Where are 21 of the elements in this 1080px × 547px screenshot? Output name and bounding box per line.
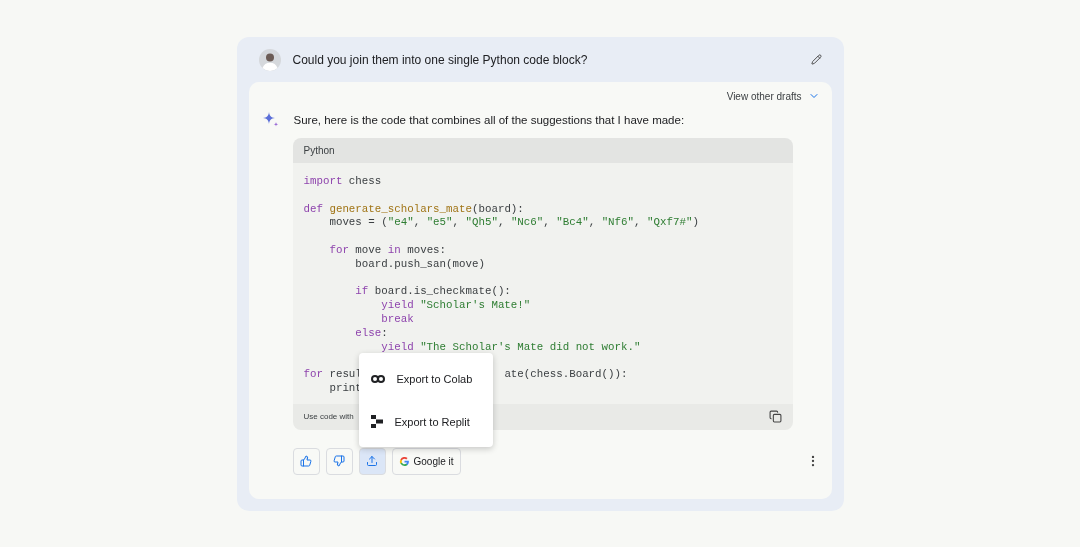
response-text: Sure, here is the code that combines all of the suggestions that I have made: xyxy=(293,114,685,126)
copy-icon[interactable] xyxy=(768,410,782,424)
blocks-icon xyxy=(370,415,383,428)
thumbs-up-icon xyxy=(300,455,312,468)
edit-icon[interactable] xyxy=(810,54,822,65)
google-logo-icon xyxy=(398,455,410,467)
upload-icon xyxy=(366,455,378,468)
sparkle-icon xyxy=(262,112,279,128)
code-language-label: Python xyxy=(292,138,793,163)
footer-text: Use code with xyxy=(303,412,354,422)
thumbs-up-button[interactable] xyxy=(292,447,320,475)
menu-item[interactable]: Export to Colab xyxy=(358,357,493,400)
view-drafts-button[interactable]: View other drafts xyxy=(726,90,820,102)
thumbs-down-icon xyxy=(333,455,345,468)
menu-item[interactable]: Export to Replit xyxy=(358,400,493,443)
avatar xyxy=(258,48,281,71)
share-button[interactable] xyxy=(358,447,386,475)
infinity-icon xyxy=(370,374,385,383)
google-it-button[interactable]: Google it xyxy=(391,447,461,475)
thumbs-down-button[interactable] xyxy=(325,447,353,475)
prompt-text: Could you join them into one single Python code block? xyxy=(292,52,589,67)
